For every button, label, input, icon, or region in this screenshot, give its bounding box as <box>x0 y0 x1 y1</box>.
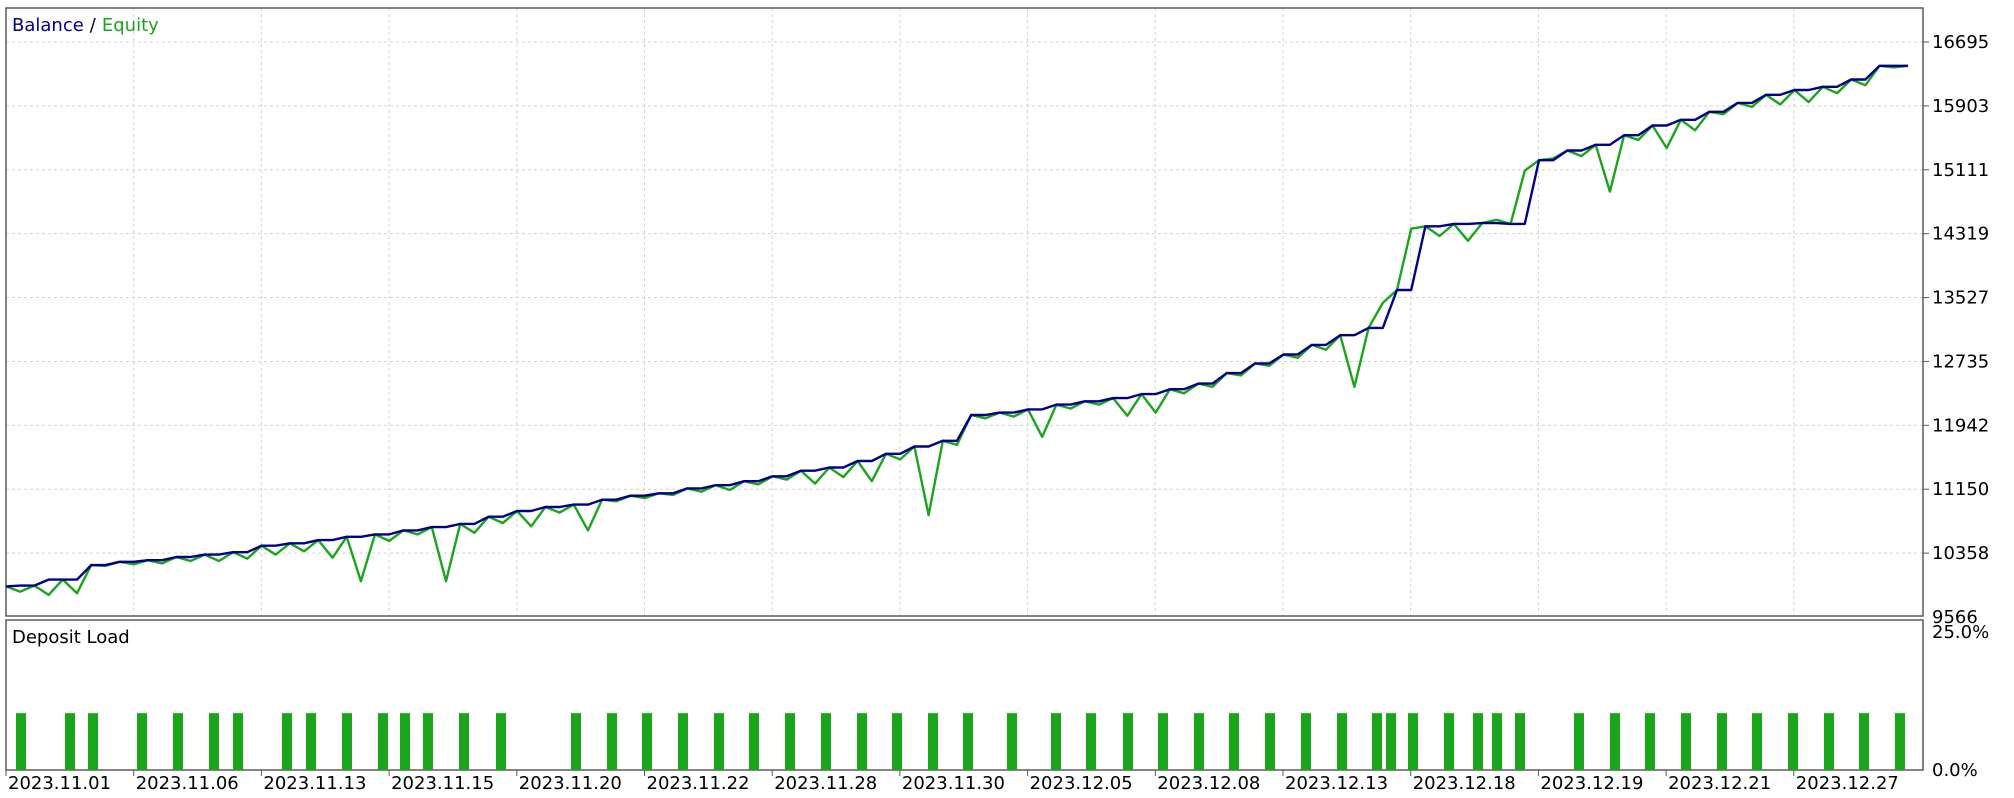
x-tick-label: 2023.11.06 <box>136 773 239 794</box>
x-tick-label: 2023.12.05 <box>1030 773 1133 794</box>
deposit-bar <box>1574 713 1584 770</box>
deposit-bar <box>1007 713 1017 770</box>
y-tick-label: 12735 <box>1932 351 1989 372</box>
deposit-bar <box>1717 713 1727 770</box>
deposit-bar <box>1372 713 1382 770</box>
deposit-bar <box>1895 713 1905 770</box>
y-tick-label: 13527 <box>1932 288 1989 309</box>
deposit-bar <box>821 713 831 770</box>
x-tick-label: 2023.11.28 <box>774 773 877 794</box>
deposit-bar <box>1473 713 1483 770</box>
deposit-bar <box>607 713 617 770</box>
deposit-bar <box>1645 713 1655 770</box>
deposit-bar <box>496 713 506 770</box>
deposit-bar <box>785 713 795 770</box>
deposit-bar <box>209 713 219 770</box>
deposit-bar <box>963 713 973 770</box>
chart-background <box>0 0 2014 798</box>
deposit-bar <box>1788 713 1798 770</box>
deposit-bar <box>459 713 469 770</box>
x-tick-label: 2023.11.13 <box>263 773 366 794</box>
deposit-load-title: Deposit Load <box>12 627 130 648</box>
x-tick-label: 2023.11.20 <box>519 773 622 794</box>
x-tick-label: 2023.12.27 <box>1796 773 1899 794</box>
deposit-bar <box>378 713 388 770</box>
deposit-bar <box>678 713 688 770</box>
x-tick-label: 2023.12.13 <box>1285 773 1388 794</box>
legend-balance: Balance <box>12 15 84 36</box>
deposit-bar <box>857 713 867 770</box>
deposit-bar <box>342 713 352 770</box>
deposit-bar <box>400 713 410 770</box>
y-tick-label: 11150 <box>1932 479 1989 500</box>
x-tick-label: 2023.12.19 <box>1540 773 1643 794</box>
deposit-bar <box>571 713 581 770</box>
legend-separator: / <box>90 15 97 36</box>
deposit-bar <box>1681 713 1691 770</box>
deposit-bar <box>173 713 183 770</box>
deposit-bar <box>1752 713 1762 770</box>
y-tick-label: 10358 <box>1932 543 1989 564</box>
deposit-bar <box>1265 713 1275 770</box>
deposit-bar <box>749 713 759 770</box>
x-tick-label: 2023.12.18 <box>1413 773 1516 794</box>
x-tick-label: 2023.11.15 <box>391 773 494 794</box>
deposit-bar <box>306 713 316 770</box>
deposit-bar <box>282 713 292 770</box>
deposit-bar <box>928 713 938 770</box>
balance-equity-chart: 16695 15903 15111 14319 13527 12735 11942 11150… <box>0 0 2014 798</box>
deposit-bar <box>1386 713 1396 770</box>
x-tick-label: 2023.11.30 <box>902 773 1005 794</box>
x-axis: 2023.11.01 2023.11.06 2023.11.13 2023.11.15… <box>5 770 1899 794</box>
y-tick-label: 16695 <box>1932 32 1989 53</box>
deposit-bar <box>1444 713 1454 770</box>
deposit-bar <box>65 713 75 770</box>
deposit-bar <box>1194 713 1204 770</box>
deposit-bar <box>714 713 724 770</box>
deposit-bar <box>1158 713 1168 770</box>
deposit-bar <box>1408 713 1418 770</box>
y-tick-label: 15111 <box>1932 160 1989 181</box>
deposit-bar <box>16 713 26 770</box>
deposit-bar <box>1051 713 1061 770</box>
x-tick-label: 2023.12.08 <box>1157 773 1260 794</box>
deposit-bar <box>892 713 902 770</box>
y-tick-label: 14319 <box>1932 224 1989 245</box>
deposit-bar <box>233 713 243 770</box>
deposit-bar <box>88 713 98 770</box>
y-tick-label: 15903 <box>1932 96 1989 117</box>
deposit-bar <box>1859 713 1869 770</box>
deposit-bar <box>1515 713 1525 770</box>
x-tick-label: 2023.12.21 <box>1668 773 1771 794</box>
deposit-bar <box>1086 713 1096 770</box>
deposit-bar <box>423 713 433 770</box>
deposit-bar <box>1301 713 1311 770</box>
deposit-bar <box>137 713 147 770</box>
y-tick-label: 11942 <box>1932 415 1989 436</box>
deposit-bar <box>1229 713 1239 770</box>
deposit-bar <box>1824 713 1834 770</box>
legend-equity: Equity <box>102 15 159 36</box>
deposit-bar <box>1492 713 1502 770</box>
deposit-bar <box>1123 713 1133 770</box>
deposit-y-tick-label: 0.0% <box>1932 760 1978 781</box>
deposit-bar <box>1610 713 1620 770</box>
deposit-bar <box>642 713 652 770</box>
x-tick-label: 2023.11.22 <box>647 773 750 794</box>
deposit-bar <box>1337 713 1347 770</box>
x-tick-label: 2023.11.01 <box>8 773 111 794</box>
deposit-y-tick-label: 25.0% <box>1932 622 1989 643</box>
